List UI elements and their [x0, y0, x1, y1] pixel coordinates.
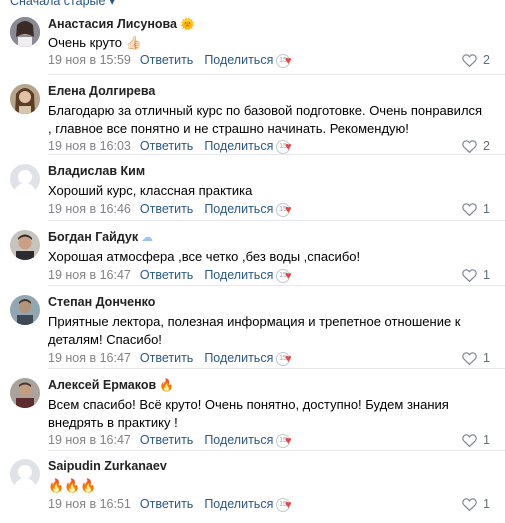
sticker-heart-icon[interactable]: 15 ♥ [276, 268, 298, 284]
share-button[interactable]: Поделиться [204, 202, 273, 216]
comment-item: Алексей Ермаков 🔥 Всем спасибо! Всё круто… [0, 369, 505, 451]
like-count: 2 [483, 53, 490, 67]
comment-text: Благодарю за отличный курс по базовой по… [48, 103, 483, 136]
comment-text: Очень круто 👍🏻 [48, 35, 142, 50]
comment-author[interactable]: Елена Долгирева [48, 84, 155, 98]
reply-button[interactable]: Ответить [140, 497, 193, 511]
comment-item: Владислав Ким Хороший курс, классная пра… [0, 155, 505, 221]
avatar[interactable] [10, 378, 40, 408]
heart-outline-icon [462, 202, 477, 216]
author-name[interactable]: Алексей Ермаков [48, 378, 156, 392]
comment-item: Богдан Гайдук ☁ Хорошая атмосфера ,все че… [0, 221, 505, 286]
comment-date[interactable]: 19 ноя в 16:47 [48, 268, 131, 282]
like-count: 1 [483, 202, 490, 216]
reply-button[interactable]: Ответить [140, 53, 193, 67]
like-button[interactable]: 2 [462, 139, 490, 153]
comment-text: Хороший курс, классная практика [48, 183, 253, 198]
comment-author[interactable]: Алексей Ермаков 🔥 [48, 378, 174, 392]
avatar[interactable] [10, 295, 40, 325]
heart-outline-icon [462, 53, 477, 67]
sticker-heart-icon[interactable]: 15 ♥ [276, 139, 298, 155]
sun-badge-icon: 🌞 [179, 17, 195, 31]
comment-author[interactable]: Владислав Ким [48, 164, 145, 178]
comment-meta: 19 ноя в 16:47 Ответить Поделиться [48, 351, 273, 365]
comment-date[interactable]: 19 ноя в 16:51 [48, 497, 131, 511]
like-count: 1 [483, 268, 490, 282]
share-button[interactable]: Поделиться [204, 497, 273, 511]
author-name[interactable]: Богдан Гайдук [48, 230, 138, 244]
comment-item: Елена Долгирева Благодарю за отличный ку… [0, 75, 505, 155]
author-name[interactable]: Елена Долгирева [48, 84, 155, 98]
reply-button[interactable]: Ответить [140, 433, 193, 447]
comment-item: Анастасия Лисунова 🌞 Очень круто 👍🏻 19 но… [0, 12, 505, 75]
comment-date[interactable]: 19 ноя в 15:59 [48, 53, 131, 67]
sticker-heart-icon[interactable]: 15 ♥ [276, 351, 298, 367]
like-button[interactable]: 1 [462, 202, 490, 216]
comment-meta: 19 ноя в 15:59 Ответить Поделиться [48, 53, 273, 67]
heart-outline-icon [462, 139, 477, 153]
share-button[interactable]: Поделиться [204, 351, 273, 365]
comment-meta: 19 ноя в 16:51 Ответить Поделиться [48, 497, 273, 511]
reply-button[interactable]: Ответить [140, 139, 193, 153]
comment-date[interactable]: 19 ноя в 16:47 [48, 433, 131, 447]
comment-text: 🔥🔥🔥 [48, 478, 97, 493]
share-button[interactable]: Поделиться [204, 268, 273, 282]
share-button[interactable]: Поделиться [204, 433, 273, 447]
comment-meta: 19 ноя в 16:46 Ответить Поделиться [48, 202, 273, 216]
comment-date[interactable]: 19 ноя в 16:03 [48, 139, 131, 153]
comment-text: Приятные лектора, полезная информация и … [48, 314, 461, 347]
avatar-placeholder-icon[interactable] [10, 459, 40, 489]
heart-outline-icon [462, 433, 477, 447]
sticker-heart-icon[interactable]: 15 ♥ [276, 497, 298, 513]
comment-text: Хорошая атмосфера ,все четко ,без воды ,… [48, 249, 361, 264]
share-button[interactable]: Поделиться [204, 139, 273, 153]
like-count: 1 [483, 497, 490, 511]
comment-item: Saipudin Zurkanaev 🔥🔥🔥 19 ноя в 16:51 От… [0, 451, 505, 515]
comment-author[interactable]: Анастасия Лисунова 🌞 [48, 17, 195, 31]
comment-item: Степан Донченко Приятные лектора, полезн… [0, 286, 505, 369]
like-button[interactable]: 2 [462, 53, 490, 67]
like-button[interactable]: 1 [462, 497, 490, 511]
comment-text: Всем спасибо! Всё круто! Очень понятно, … [48, 397, 449, 430]
comment-meta: 19 ноя в 16:03 Ответить Поделиться [48, 139, 273, 153]
comments-list: Анастасия Лисунова 🌞 Очень круто 👍🏻 19 но… [0, 12, 505, 515]
sticker-heart-icon[interactable]: 15 ♥ [276, 202, 298, 218]
share-button[interactable]: Поделиться [204, 53, 273, 67]
author-name[interactable]: Владислав Ким [48, 164, 145, 178]
reply-button[interactable]: Ответить [140, 268, 193, 282]
heart-outline-icon [462, 497, 477, 511]
comment-author[interactable]: Степан Донченко [48, 295, 155, 309]
like-button[interactable]: 1 [462, 268, 490, 282]
sort-order-label[interactable]: Сначала старые ▾ [10, 0, 115, 8]
avatar[interactable] [10, 230, 40, 260]
author-name[interactable]: Анастасия Лисунова [48, 17, 177, 31]
cloud-badge-icon: ☁ [141, 230, 154, 244]
author-name[interactable]: Saipudin Zurkanaev [48, 459, 167, 473]
sticker-heart-icon[interactable]: 15 ♥ [276, 53, 298, 69]
comment-date[interactable]: 19 ноя в 16:47 [48, 351, 131, 365]
reply-button[interactable]: Ответить [140, 202, 193, 216]
like-count: 2 [483, 139, 490, 153]
heart-outline-icon [462, 351, 477, 365]
like-count: 1 [483, 433, 490, 447]
like-button[interactable]: 1 [462, 433, 490, 447]
comment-author[interactable]: Богдан Гайдук ☁ [48, 230, 153, 244]
avatar[interactable] [10, 84, 40, 114]
heart-outline-icon [462, 268, 477, 282]
like-count: 1 [483, 351, 490, 365]
avatar-placeholder-icon[interactable] [10, 164, 40, 194]
comment-meta: 19 ноя в 16:47 Ответить Поделиться [48, 268, 273, 282]
avatar[interactable] [10, 17, 40, 47]
author-name[interactable]: Степан Донченко [48, 295, 155, 309]
sticker-heart-icon[interactable]: 15 ♥ [276, 433, 298, 449]
comment-meta: 19 ноя в 16:47 Ответить Поделиться [48, 433, 273, 447]
reply-button[interactable]: Ответить [140, 351, 193, 365]
like-button[interactable]: 1 [462, 351, 490, 365]
comment-author[interactable]: Saipudin Zurkanaev [48, 459, 167, 473]
comment-date[interactable]: 19 ноя в 16:46 [48, 202, 131, 216]
campfire-badge-icon: 🔥 [159, 378, 175, 392]
